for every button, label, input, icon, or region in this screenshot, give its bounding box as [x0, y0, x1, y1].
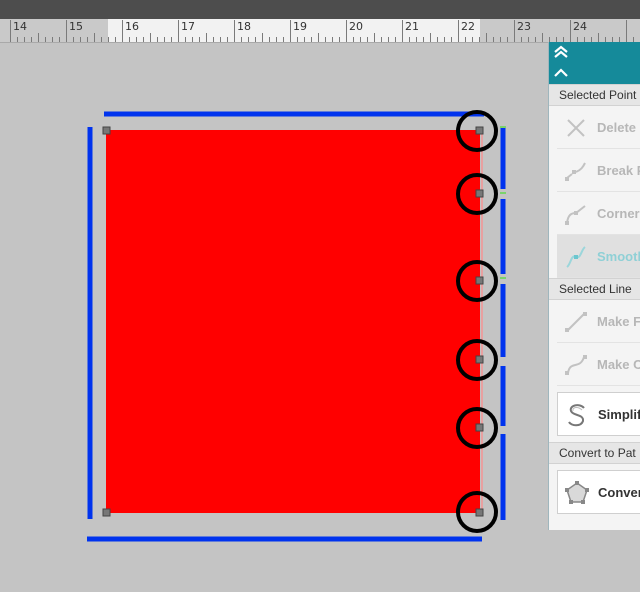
node-point[interactable] [475, 423, 484, 432]
smooth-label: Smooth [597, 249, 640, 264]
make-curved-button[interactable]: Make C [557, 343, 640, 386]
convert-label: Conver [598, 485, 640, 500]
pentagon-icon [565, 481, 589, 504]
red-rectangle-shape[interactable] [106, 130, 480, 513]
panel-header [549, 42, 640, 84]
section-selected-point: Selected Point [549, 84, 640, 106]
double-chevron-up-icon[interactable] [552, 45, 570, 59]
straight-line-icon [565, 312, 587, 332]
smooth-point-button[interactable]: Smooth [557, 235, 640, 278]
corner-point-button[interactable]: Corner [557, 192, 640, 235]
node-point[interactable] [475, 355, 484, 364]
design-canvas[interactable] [0, 0, 640, 592]
node-point[interactable] [475, 126, 484, 135]
break-label: Break P [597, 163, 640, 178]
section-selected-line: Selected Line [549, 278, 640, 300]
make-flat-label: Make F [597, 314, 640, 329]
break-path-button[interactable]: Break P [557, 149, 640, 192]
close-x-icon [567, 119, 585, 137]
make-flat-button[interactable]: Make F [557, 300, 640, 343]
corner-label: Corner [597, 206, 640, 221]
simplify-s-icon [568, 404, 585, 427]
simplify-label: Simplif [598, 407, 640, 422]
node-point[interactable] [475, 276, 484, 285]
node-point[interactable] [102, 508, 111, 517]
make-curved-label: Make C [597, 357, 640, 372]
node-point[interactable] [475, 508, 484, 517]
simplify-button[interactable]: Simplif [557, 392, 640, 436]
curved-line-icon [565, 355, 587, 375]
node-point[interactable] [102, 126, 111, 135]
delete-label: Delete [597, 120, 637, 135]
point-edit-panel: Selected Point Delete Break P Corner Smo… [548, 42, 640, 530]
corner-point-icon [565, 205, 586, 225]
section-convert-to-path: Convert to Pat [549, 442, 640, 464]
delete-point-button[interactable]: Delete [557, 106, 640, 149]
chevron-up-icon[interactable] [552, 66, 570, 80]
smooth-point-icon [566, 246, 586, 268]
node-point[interactable] [475, 189, 484, 198]
convert-button[interactable]: Conver [557, 470, 640, 514]
break-path-icon [565, 162, 586, 181]
